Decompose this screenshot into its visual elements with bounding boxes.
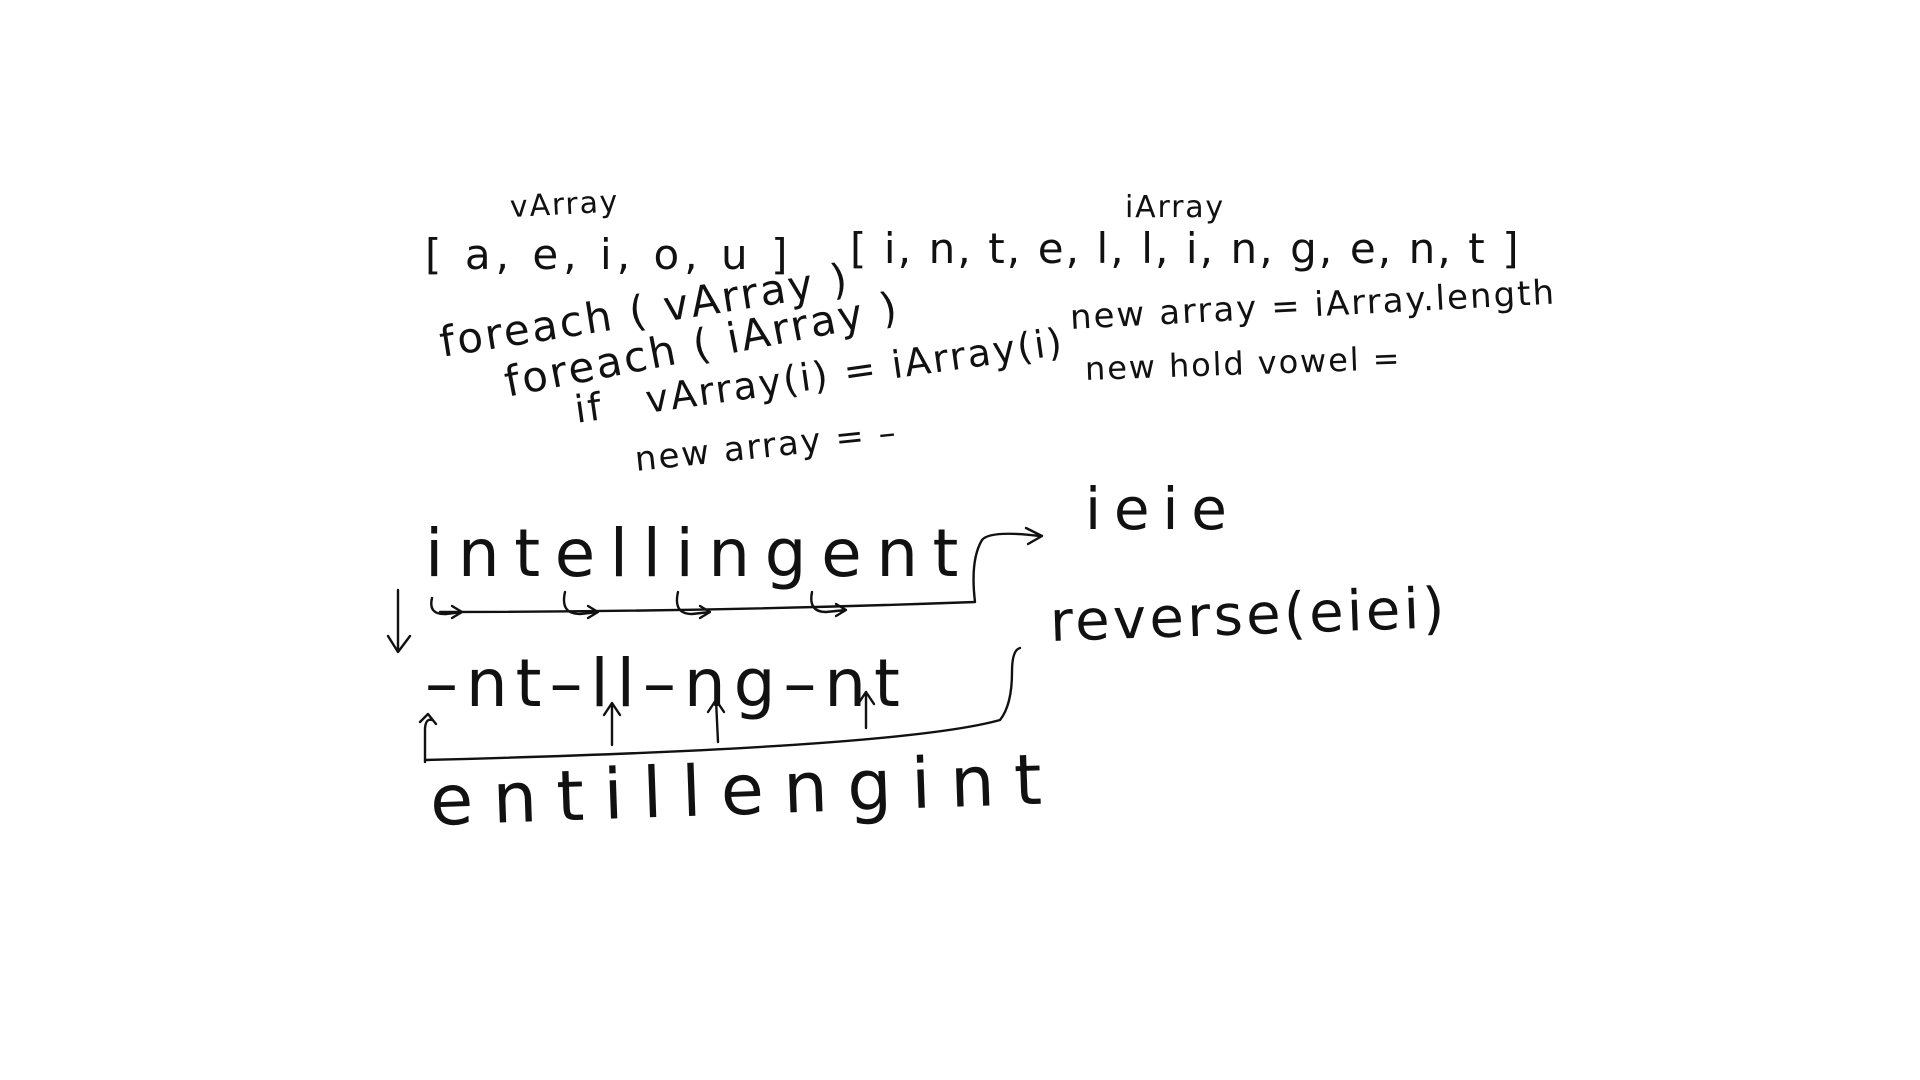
up-arrow-left	[418, 712, 438, 764]
up-arrow-gap-1	[602, 701, 622, 747]
down-arrow-left	[386, 588, 412, 654]
reverse-bracket	[423, 646, 1022, 762]
up-arrow-gap-3	[856, 690, 876, 730]
hook-arrow-1	[430, 596, 464, 620]
hook-arrow-3	[675, 590, 712, 620]
hook-arrow-4	[810, 590, 848, 618]
vowel-extract-line	[438, 532, 1042, 614]
arrow-strokes	[386, 526, 1044, 764]
up-arrow-gap-2	[706, 698, 726, 744]
hook-arrow-2	[562, 590, 600, 620]
whiteboard-canvas: vArray [ a, e, i, o, u ] iArray [ i, n, …	[0, 0, 1920, 1080]
